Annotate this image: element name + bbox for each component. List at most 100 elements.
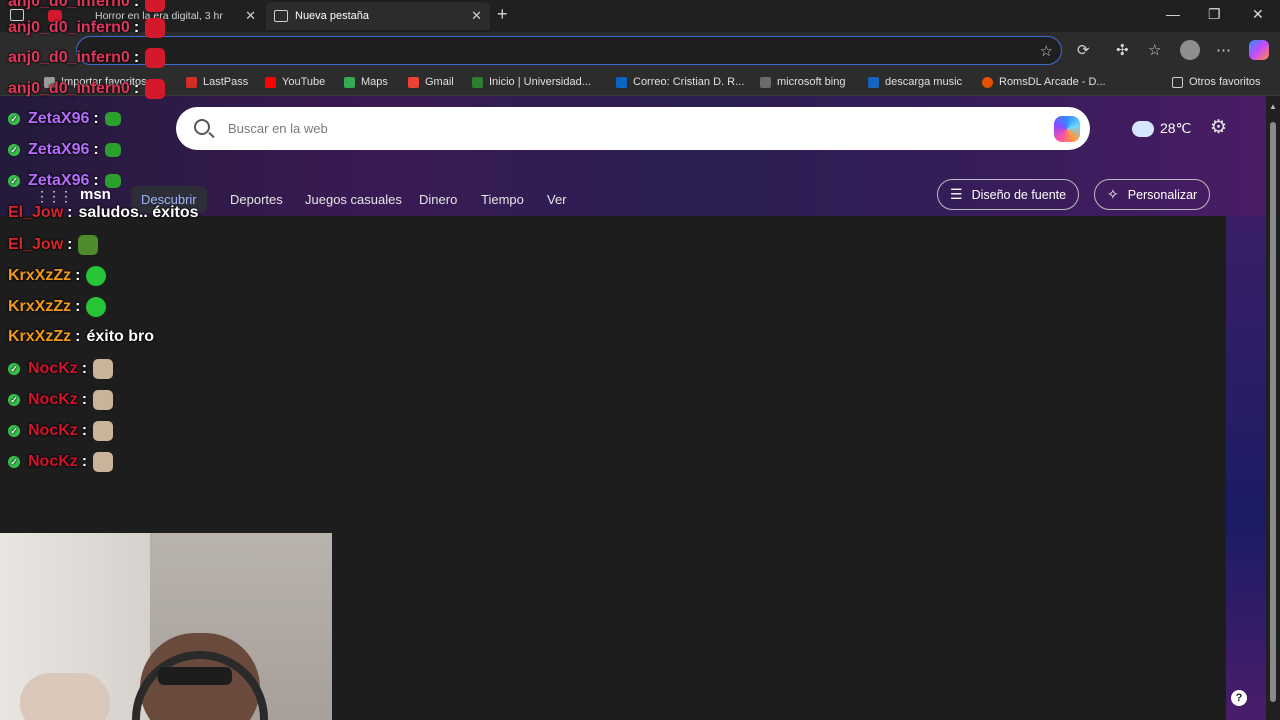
other-favorites[interactable]: Otros favoritos	[1172, 76, 1261, 88]
weather-widget[interactable]: 28℃	[1129, 115, 1192, 137]
bookmark-maps[interactable]: Maps	[344, 76, 388, 88]
emote-icon	[78, 235, 99, 255]
personalize-button[interactable]: ✧ Personalizar	[1094, 179, 1211, 210]
bookmark-music[interactable]: descarga music	[868, 76, 962, 88]
subscriber-badge-icon: ✓	[8, 175, 20, 187]
emote-icon	[104, 143, 121, 157]
subscriber-badge-icon: ✓	[8, 363, 20, 375]
chat-message: ✓ NocKz:	[8, 452, 114, 472]
chat-username: KrxXzZz	[8, 298, 72, 315]
subscriber-badge-icon: ✓	[8, 425, 20, 437]
profile-avatar[interactable]	[1180, 40, 1200, 60]
emote-icon	[93, 452, 114, 472]
chat-message: anj0_d0_infern0:	[8, 0, 166, 12]
bookmark-bing[interactable]: microsoft bing	[760, 76, 845, 88]
copilot-icon[interactable]	[1054, 116, 1080, 142]
chat-username: anj0_d0_infern0	[8, 80, 130, 97]
font-design-button[interactable]: ☰ Diseño de fuente	[937, 179, 1080, 210]
tab-tiempo[interactable]: Tiempo	[471, 186, 534, 213]
chat-username: KrxXzZz	[8, 267, 72, 284]
scrollbar-thumb[interactable]	[1270, 122, 1276, 702]
chat-message: El_Jow:	[8, 235, 99, 255]
chat-username: anj0_d0_infern0	[8, 19, 130, 36]
glasses	[158, 667, 232, 685]
tab-dinero[interactable]: Dinero	[409, 186, 467, 213]
chat-username: KrxXzZz	[8, 328, 72, 345]
more-options-icon[interactable]: ⋯	[1216, 41, 1231, 59]
search-icon	[760, 76, 771, 88]
emote-icon	[104, 174, 121, 188]
maps-icon	[344, 76, 355, 88]
chat-message: ✓ NocKz:	[8, 421, 114, 441]
gear-icon[interactable]: ⚙	[1210, 116, 1227, 139]
folder-icon	[1172, 76, 1183, 88]
chat-message: KrxXzZz:	[8, 266, 107, 286]
minimize-button[interactable]: —	[1166, 6, 1180, 22]
chat-message: ✓ NocKz:	[8, 359, 114, 379]
chat-text: saludos.. éxitos	[78, 204, 199, 221]
subscriber-badge-icon: ✓	[8, 394, 20, 406]
page-scrollbar[interactable]: ▲	[1266, 96, 1280, 720]
restore-button[interactable]: ❐	[1208, 6, 1221, 23]
chat-username: NocKz	[28, 360, 78, 377]
sparkle-star-icon: ✧	[1107, 186, 1119, 202]
chat-message: ✓ ZetaX96:	[8, 172, 121, 190]
chat-username: NocKz	[28, 391, 78, 408]
help-icon[interactable]: ?	[1231, 690, 1247, 706]
chat-message: anj0_d0_infern0:	[8, 48, 166, 68]
emote-icon	[93, 421, 114, 441]
tab-ver[interactable]: Ver	[537, 186, 577, 213]
background-gradient-right	[1226, 216, 1266, 720]
chat-username: ZetaX96	[28, 141, 90, 158]
weather-cloud-icon	[1129, 115, 1154, 137]
bookmark-romsdl[interactable]: RomsDL Arcade - D...	[982, 76, 1106, 88]
emote-icon	[104, 112, 121, 126]
screen: Horror en la era digital, 3 hr ✕ Nueva p…	[0, 0, 1280, 720]
refresh-extension-icon[interactable]: ⟳	[1077, 41, 1090, 59]
chat-username: anj0_d0_infern0	[8, 0, 130, 10]
subscriber-badge-icon: ✓	[8, 456, 20, 468]
favorites-icon[interactable]: ☆	[1148, 41, 1161, 59]
chat-message: ✓ NocKz:	[8, 390, 114, 410]
emote-icon	[93, 359, 114, 379]
emote-icon	[145, 18, 166, 38]
chat-message: El_Jow: saludos.. éxitos	[8, 204, 199, 221]
emote-icon	[86, 297, 107, 317]
chat-username: El_Jow	[8, 204, 64, 221]
chat-username: ZetaX96	[28, 172, 90, 189]
webcam-hand	[20, 673, 110, 720]
scroll-up-arrow-icon[interactable]: ▲	[1269, 102, 1277, 111]
sliders-icon: ☰	[950, 186, 963, 202]
emote-icon	[86, 266, 107, 286]
music-icon	[868, 76, 879, 88]
chat-message: KrxXzZz:	[8, 297, 107, 317]
emote-icon	[145, 48, 166, 68]
bookmark-gmail[interactable]: Gmail	[408, 76, 454, 88]
chat-username: El_Jow	[8, 236, 64, 253]
gmail-icon	[408, 76, 419, 88]
chat-username: anj0_d0_infern0	[8, 49, 130, 66]
extensions-icon[interactable]: ✣	[1116, 41, 1129, 59]
chat-message: anj0_d0_infern0:	[8, 79, 166, 99]
chat-text: éxito bro	[86, 328, 155, 345]
chat-message: ✓ ZetaX96:	[8, 110, 121, 128]
close-icon[interactable]: ✕	[471, 8, 482, 24]
subscriber-badge-icon: ✓	[8, 113, 20, 125]
weather-temperature: 28℃	[1160, 120, 1192, 136]
emote-icon	[93, 390, 114, 410]
bookmark-correo[interactable]: Correo: Cristian D. R...	[616, 76, 744, 88]
favorite-star-icon[interactable]: ☆	[1040, 42, 1053, 60]
bookmark-universidad[interactable]: Inicio | Universidad...	[472, 76, 591, 88]
chat-username: NocKz	[28, 453, 78, 470]
new-tab-button[interactable]: +	[497, 4, 508, 25]
emote-icon	[145, 79, 166, 99]
university-icon	[472, 76, 483, 88]
webcam-overlay	[0, 533, 332, 720]
chat-username: ZetaX96	[28, 110, 90, 127]
chat-message: KrxXzZz: éxito bro	[8, 328, 155, 345]
chat-message: anj0_d0_infern0:	[8, 18, 166, 38]
close-window-button[interactable]: ✕	[1252, 6, 1264, 23]
copilot-icon[interactable]	[1249, 40, 1269, 60]
chat-username: NocKz	[28, 422, 78, 439]
subscriber-badge-icon: ✓	[8, 144, 20, 156]
